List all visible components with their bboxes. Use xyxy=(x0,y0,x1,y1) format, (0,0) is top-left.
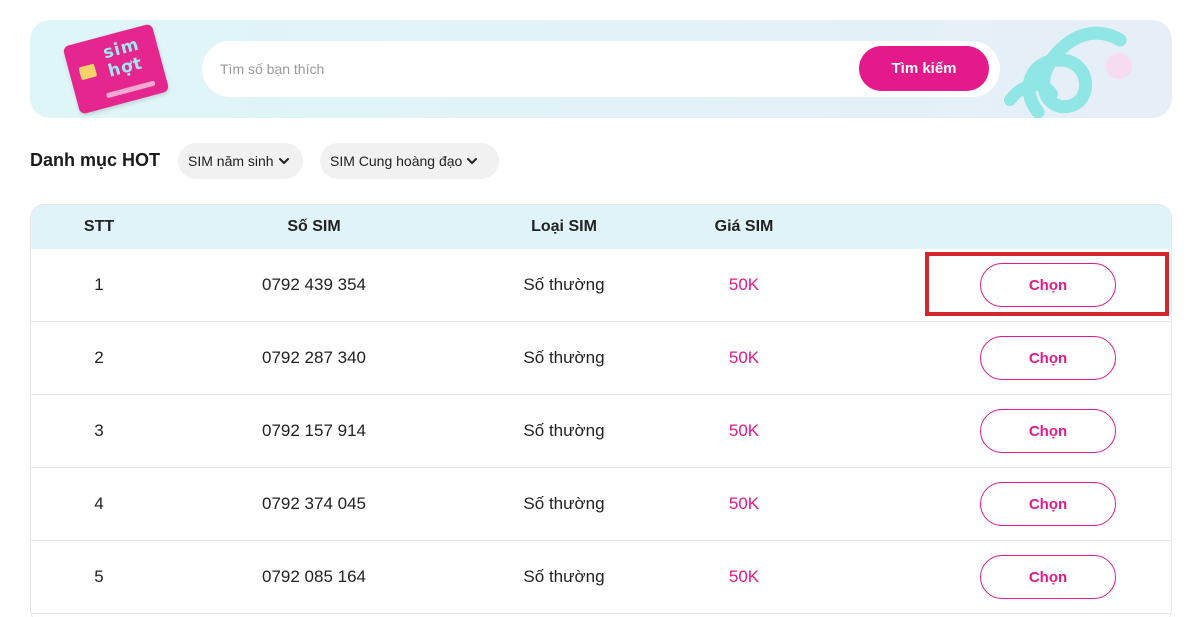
sim-card-image: sim hợt xyxy=(62,23,170,115)
table-row: 5 0792 085 164 Số thường 50K Chọn xyxy=(31,541,1171,614)
dropdown-label: SIM năm sinh xyxy=(188,153,274,169)
table-row: 2 0792 287 340 Số thường 50K Chọn xyxy=(31,322,1171,395)
choose-button[interactable]: Chọn xyxy=(980,555,1116,599)
choose-button[interactable]: Chọn xyxy=(980,336,1116,380)
cell-stt: 5 xyxy=(94,567,104,586)
header-gia-sim: Giá SIM xyxy=(714,218,774,235)
cell-stt: 4 xyxy=(94,494,104,513)
decorative-dot xyxy=(1106,53,1132,79)
header-so-sim: Số SIM xyxy=(287,218,341,235)
choose-button[interactable]: Chọn xyxy=(980,409,1116,453)
dropdown-sim-nam-sinh[interactable]: SIM năm sinh xyxy=(178,143,303,179)
choose-button[interactable]: Chọn xyxy=(980,482,1116,526)
cell-sim-price: 50K xyxy=(728,421,760,440)
table-row: 4 0792 374 045 Số thường 50K Chọn xyxy=(31,468,1171,541)
search-input[interactable] xyxy=(220,55,840,83)
table-row: 1 0792 439 354 Số thường 50K Chọn xyxy=(31,249,1171,322)
cell-sim-type: Số thường xyxy=(523,421,605,440)
cell-sim-number: 0792 439 354 xyxy=(262,275,366,294)
cell-sim-type: Số thường xyxy=(523,348,605,367)
cell-sim-price: 50K xyxy=(728,348,760,367)
category-title: Danh mục HOT xyxy=(30,150,161,170)
search-button[interactable]: Tìm kiếm xyxy=(859,46,989,91)
cell-stt: 3 xyxy=(94,421,104,440)
cell-sim-type: Số thường xyxy=(523,494,605,513)
cell-sim-price: 50K xyxy=(728,494,760,513)
dropdown-label: SIM Cung hoàng đạo xyxy=(330,153,463,169)
choose-button[interactable]: Chọn xyxy=(980,263,1116,307)
sim-card-art: sim hợt xyxy=(101,34,145,82)
sim-table: STT Số SIM Loại SIM Giá SIM 1 0792 439 3… xyxy=(30,204,1172,617)
cell-sim-type: Số thường xyxy=(523,275,605,294)
cell-sim-price: 50K xyxy=(728,567,760,586)
cell-sim-number: 0792 287 340 xyxy=(262,348,366,367)
cell-sim-price: 50K xyxy=(728,275,760,294)
chevron-down-icon xyxy=(467,158,478,164)
cell-sim-number: 0792 085 164 xyxy=(262,567,366,586)
cell-stt: 2 xyxy=(94,348,104,367)
sim-chip-icon xyxy=(78,63,98,81)
table-header: STT Số SIM Loại SIM Giá SIM xyxy=(31,205,1171,249)
search-bar: Tìm kiếm xyxy=(202,41,1000,97)
search-banner: simhợt Tìm kiếm xyxy=(30,20,1172,118)
header-loai-sim: Loại SIM xyxy=(531,218,597,235)
cell-sim-type: Số thường xyxy=(523,567,605,586)
chevron-down-icon xyxy=(278,158,289,164)
cell-sim-number: 0792 374 045 xyxy=(262,494,366,513)
table-row: 3 0792 157 914 Số thường 50K Chọn xyxy=(31,395,1171,468)
cell-sim-number: 0792 157 914 xyxy=(262,421,366,440)
dropdown-sim-cung-hoang-dao[interactable]: SIM Cung hoàng đạo xyxy=(320,143,499,179)
header-stt: STT xyxy=(83,218,115,235)
cell-stt: 1 xyxy=(94,275,104,294)
